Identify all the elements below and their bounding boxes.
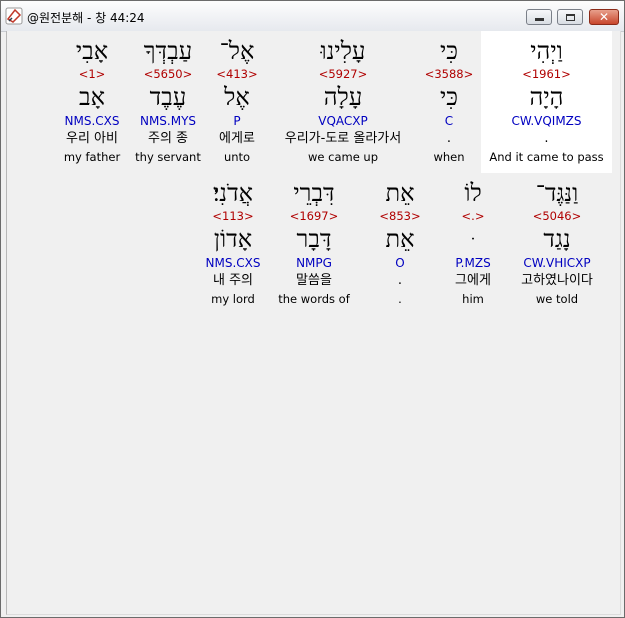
app-window: @원전분해 - 창 44:24 ✕ וַיְהִי <1961> הָיָה C…: [0, 0, 625, 618]
morphology-code: NMPG: [296, 256, 332, 270]
morphology-code: CW.VQIMZS: [511, 114, 582, 128]
word-cell[interactable]: וַנַּגֶּד־ <5046> נָגַד CW.VHICXP 고하였나이다…: [507, 173, 607, 315]
strong-number[interactable]: <3588>: [419, 67, 479, 81]
hebrew-word: כִּי: [439, 37, 459, 65]
english-gloss: thy servant: [135, 150, 201, 164]
strong-number[interactable]: <113>: [197, 209, 269, 223]
hebrew-root: דָּבָר: [296, 225, 332, 253]
strong-number[interactable]: <5927>: [269, 67, 417, 81]
hebrew-word: אֵת: [385, 179, 415, 207]
morphology-code: NMS.CXS: [64, 114, 120, 128]
hebrew-root: אֶל: [224, 83, 250, 111]
word-cell[interactable]: וַיְהִי <1961> הָיָה CW.VQIMZS . And it …: [481, 31, 612, 173]
hebrew-root: עֶבֶד: [149, 83, 187, 111]
hebrew-root: אָב: [79, 83, 105, 111]
english-gloss: my father: [63, 150, 121, 164]
hebrew-root: הָיָה: [529, 83, 564, 111]
word-cell[interactable]: דִּבְרֵי <1697> דָּבָר NMPG 말씀을 the word…: [269, 173, 359, 315]
strong-number[interactable]: <413>: [207, 67, 267, 81]
maximize-icon: [558, 10, 582, 24]
korean-gloss: 말씀을: [296, 273, 332, 288]
app-logo-icon: [5, 7, 23, 25]
word-cell[interactable]: אֲדֹנִי׃ <113> אָדוֹן NMS.CXS 내 주의 my lo…: [197, 173, 269, 315]
maximize-button[interactable]: [557, 9, 583, 25]
strong-number[interactable]: <853>: [365, 209, 435, 223]
korean-gloss: .: [397, 273, 403, 288]
hebrew-word: אֶל־: [219, 37, 255, 65]
word-cell[interactable]: לוֹ <.> ּ P.MZS 그에게 him: [441, 173, 505, 315]
hebrew-word: עַבְדְּךָ: [143, 37, 193, 65]
minimize-button[interactable]: [526, 9, 552, 25]
english-gloss: .: [398, 292, 402, 306]
word-cell[interactable]: אֵת <853> אֵת O . .: [365, 173, 435, 315]
hebrew-root: עָלָה: [323, 83, 363, 111]
word-cell[interactable]: אָבִי <1> אָב NMS.CXS 우리 아비 my father: [55, 31, 129, 173]
morphology-code: VQACXP: [318, 114, 368, 128]
strong-number[interactable]: <5650>: [131, 67, 205, 81]
korean-gloss: 고하였나이다: [521, 273, 593, 288]
korean-gloss: 우리 아비: [66, 131, 118, 146]
morphology-code: C: [444, 114, 454, 128]
hebrew-word: וַנַּגֶּד־: [535, 179, 579, 207]
word-cell[interactable]: כִּי <3588> כִּי C . when: [419, 31, 479, 173]
english-gloss: my lord: [211, 292, 255, 306]
strong-number[interactable]: <5046>: [507, 209, 607, 223]
hebrew-word: לוֹ: [464, 179, 482, 207]
analysis-pane: וַיְהִי <1961> הָיָה CW.VQIMZS . And it …: [6, 31, 621, 615]
strong-number[interactable]: <1961>: [481, 67, 612, 81]
strong-number[interactable]: <1697>: [269, 209, 359, 223]
korean-gloss: 에게로: [219, 131, 255, 146]
close-icon: ✕: [598, 10, 610, 24]
english-gloss: we came up: [307, 150, 379, 164]
word-cell[interactable]: אֶל־ <413> אֶל P 에게로 unto: [207, 31, 267, 173]
morphology-code: NMS.CXS: [205, 256, 261, 270]
korean-gloss: .: [446, 131, 452, 146]
hebrew-word: אָבִי: [75, 37, 109, 65]
hebrew-word: וַיְהִי: [530, 37, 563, 65]
hebrew-word: עָלִינוּ: [320, 37, 366, 65]
hebrew-root: אֵת: [385, 225, 415, 253]
hebrew-root: אָדוֹן: [213, 225, 253, 253]
window-title: @원전분해 - 창 44:24: [27, 11, 145, 25]
english-gloss: we told: [535, 292, 579, 306]
english-gloss: the words of: [278, 292, 350, 306]
korean-gloss: 주의 종: [147, 131, 188, 146]
english-gloss: him: [462, 292, 484, 306]
korean-gloss: 우리가-도로 올라가서: [284, 131, 402, 146]
minimize-icon: [527, 10, 551, 24]
strong-number[interactable]: <.>: [441, 209, 505, 223]
hebrew-root: ּ: [441, 225, 505, 253]
hebrew-word: דִּבְרֵי: [293, 179, 335, 207]
hebrew-word: אֲדֹנִי׃: [212, 179, 254, 207]
title-bar[interactable]: @원전분해 - 창 44:24 ✕: [1, 1, 624, 32]
korean-gloss: 그에게: [455, 273, 491, 288]
morphology-code: NMS.MYS: [139, 114, 197, 128]
hebrew-root: כִּי: [439, 83, 459, 111]
korean-gloss: 내 주의: [212, 273, 253, 288]
morphology-code: P.MZS: [455, 256, 491, 270]
morphology-code: P: [233, 114, 241, 128]
hebrew-root: נָגַד: [543, 225, 571, 253]
word-cell[interactable]: עָלִינוּ <5927> עָלָה VQACXP 우리가-도로 올라가서…: [269, 31, 417, 173]
english-gloss: And it came to pass: [489, 150, 604, 164]
morphology-code: O: [395, 256, 405, 270]
strong-number[interactable]: <1>: [55, 67, 129, 81]
word-cell[interactable]: עַבְדְּךָ <5650> עֶבֶד NMS.MYS 주의 종 thy …: [131, 31, 205, 173]
korean-gloss: .: [544, 131, 549, 146]
morphology-code: CW.VHICXP: [523, 256, 591, 270]
close-button[interactable]: ✕: [589, 9, 619, 25]
english-gloss: unto: [223, 150, 251, 164]
english-gloss: when: [433, 150, 465, 164]
